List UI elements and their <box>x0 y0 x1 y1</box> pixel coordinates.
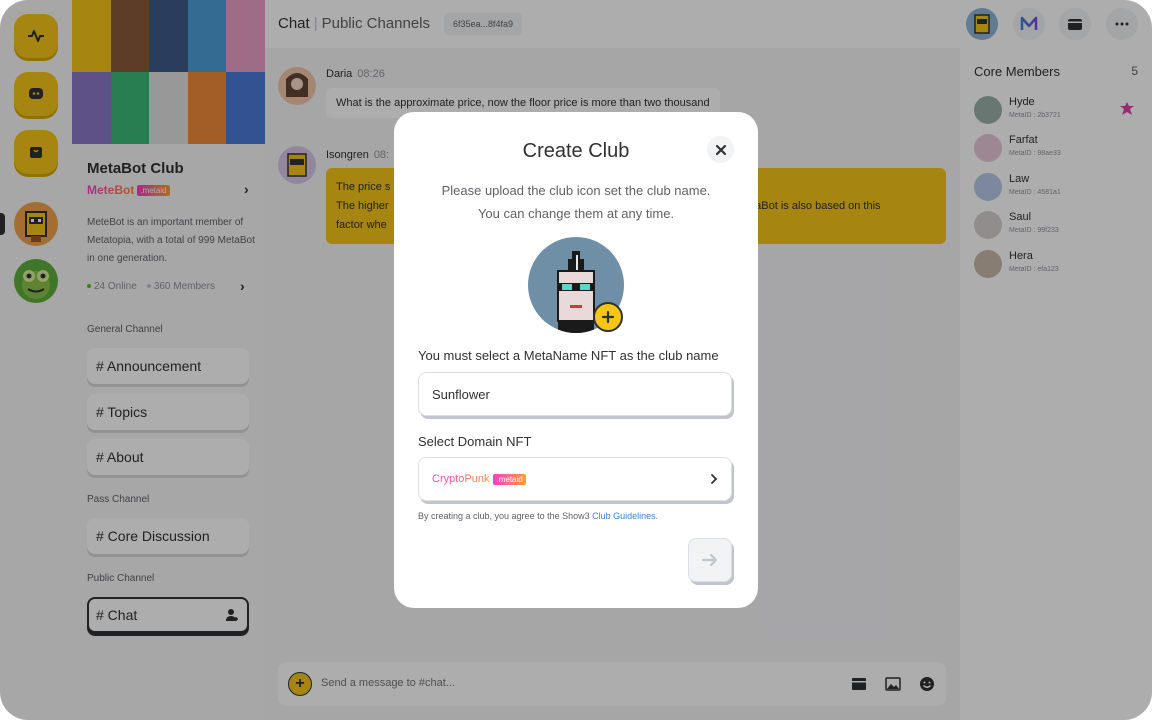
next-button[interactable] <box>688 538 732 582</box>
close-icon <box>715 144 726 155</box>
club-name-input[interactable] <box>418 372 732 416</box>
app-window: MetaBot Club MeteBot .metaid › MeteBot i… <box>0 0 1152 720</box>
domain-nft-select[interactable]: CryptoPunk .metaid <box>418 457 732 501</box>
domain-nft-label: Select Domain NFT <box>418 434 532 449</box>
metaid-badge: .metaid <box>493 473 526 485</box>
terms-text: By creating a club, you agree to the Sho… <box>418 511 659 521</box>
club-guidelines-link[interactable]: Club Guidelines <box>592 511 656 521</box>
arrow-right-icon <box>701 553 718 567</box>
add-icon-button[interactable] <box>593 302 623 332</box>
dialog-description: Please upload the club icon set the club… <box>441 183 711 221</box>
domain-nft-value: CryptoPunk <box>432 473 490 485</box>
dialog-title: Create Club <box>522 140 630 162</box>
create-club-dialog: Create Club Please upload the club icon … <box>394 112 758 608</box>
close-button[interactable] <box>707 136 734 163</box>
plus-icon <box>601 310 615 324</box>
chevron-right-icon <box>711 474 718 484</box>
club-name-label: You must select a MetaName NFT as the cl… <box>418 348 719 363</box>
